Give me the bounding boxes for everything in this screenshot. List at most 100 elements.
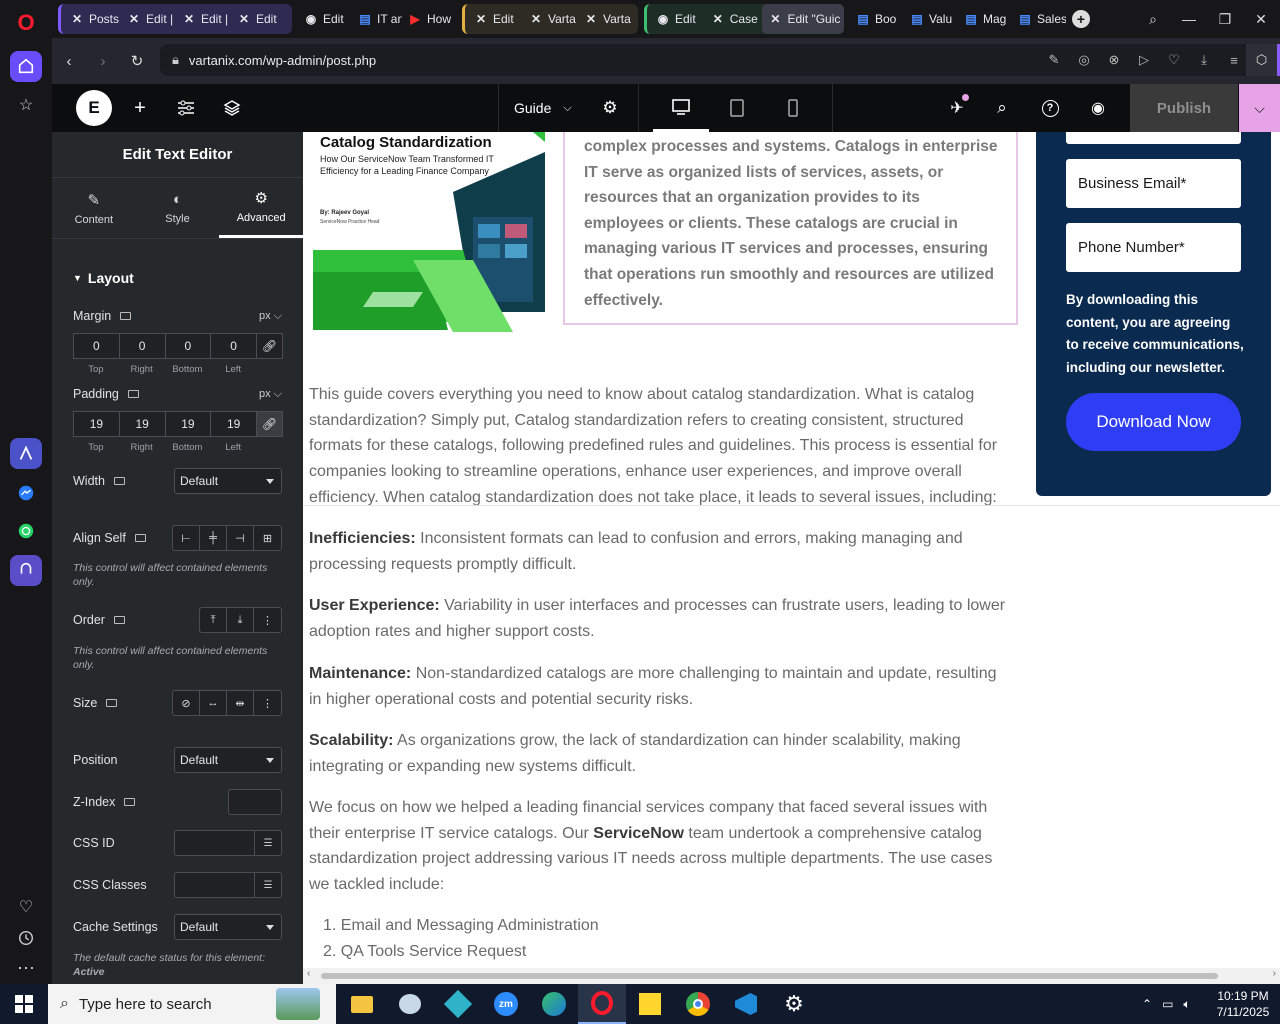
heart-icon[interactable]: ♡ <box>10 892 42 923</box>
order-last-icon[interactable]: ⤓ <box>227 608 254 632</box>
music-player-icon[interactable] <box>10 554 42 586</box>
position-select[interactable]: Default <box>174 747 282 773</box>
zoom-icon[interactable]: zm <box>482 984 530 1024</box>
elementor-logo-icon[interactable]: E <box>76 84 112 132</box>
page-settings-gear-icon[interactable]: ⚙ <box>600 84 620 132</box>
help-icon[interactable]: ? <box>1038 84 1062 132</box>
structure-layers-icon[interactable] <box>220 84 244 132</box>
dynamic-tags-icon[interactable]: ☰ <box>254 873 281 897</box>
tray-chevron-up-icon[interactable]: ⌃ <box>1142 997 1152 1011</box>
minimize-icon[interactable]: — <box>1172 0 1206 38</box>
maximize-icon[interactable]: ❐ <box>1208 0 1242 38</box>
padding-unit-select[interactable]: px ⌵ <box>259 388 282 401</box>
tab[interactable]: ▤ IT an <box>352 4 402 34</box>
send-icon[interactable]: ▷ <box>1136 52 1152 68</box>
tab[interactable]: ✕ Varta <box>578 4 633 34</box>
boxed-text-widget[interactable]: complex processes and systems. Catalogs … <box>563 132 1018 325</box>
vscode-icon[interactable] <box>722 984 770 1024</box>
size-none-icon[interactable]: ⊘ <box>173 691 200 715</box>
download-icon[interactable]: ⤓ <box>1196 52 1212 68</box>
edge-icon[interactable] <box>530 984 578 1024</box>
desktop-icon[interactable] <box>113 616 125 624</box>
reload-icon[interactable]: ↻ <box>120 38 154 84</box>
taskbar-search-box[interactable]: ⌕ Type here to search <box>48 984 336 1024</box>
css-classes-input[interactable]: ☰ <box>174 872 282 898</box>
adblock-icon[interactable]: ⊗ <box>1106 52 1122 68</box>
heart-icon[interactable]: ♡ <box>1166 52 1182 68</box>
css-id-input[interactable]: ☰ <box>174 830 282 856</box>
horizontal-scrollbar[interactable]: ‹ › <box>303 968 1280 984</box>
margin-right-input[interactable]: 0 <box>118 333 165 359</box>
tablet-view-icon[interactable] <box>709 84 765 132</box>
aria-icon[interactable] <box>10 438 42 470</box>
tab-active[interactable]: ✕ Edit "Guic <box>762 4 844 34</box>
history-clock-icon[interactable] <box>10 922 42 953</box>
url-field[interactable]: 🔒︎ vartanix.com/wp-admin/post.php ✎ ◎ ⊗ … <box>160 44 1280 76</box>
layout-section-toggle[interactable]: ▼ Layout <box>73 270 282 286</box>
paint-icon[interactable] <box>386 984 434 1024</box>
dynamic-tags-icon[interactable]: ☰ <box>254 831 281 855</box>
chrome-icon[interactable] <box>674 984 722 1024</box>
desktop-icon[interactable] <box>127 390 139 398</box>
mobile-view-icon[interactable] <box>765 84 821 132</box>
windows-start-icon[interactable] <box>0 984 48 1024</box>
opera-logo-icon[interactable]: O <box>10 8 42 39</box>
settings-gear-icon[interactable]: ⚙ <box>770 984 818 1024</box>
align-stretch-icon[interactable]: ⊞ <box>254 526 281 550</box>
link-values-icon[interactable]: 🔗︎ <box>256 333 283 359</box>
whatsapp-icon[interactable] <box>10 516 42 547</box>
margin-bottom-input[interactable]: 0 <box>164 333 211 359</box>
tab-advanced[interactable]: ⚙ Advanced <box>219 178 303 238</box>
size-grow-icon[interactable]: ↔ <box>200 691 227 715</box>
edit-icon[interactable]: ✎ <box>1046 52 1062 68</box>
tab[interactable]: ✕ Edit <box>231 4 286 34</box>
width-select[interactable]: Default <box>174 468 282 494</box>
sticky-notes-icon[interactable] <box>626 984 674 1024</box>
name-field[interactable] <box>1066 132 1241 144</box>
template-select[interactable]: Guide ⌵ <box>514 84 580 132</box>
padding-right-input[interactable]: 19 <box>118 411 165 437</box>
tab[interactable]: ▤ Valu <box>904 4 958 34</box>
file-explorer-icon[interactable] <box>338 984 386 1024</box>
new-tab-plus-icon[interactable]: + <box>1072 10 1090 28</box>
align-end-icon[interactable]: ⊣ <box>227 526 254 550</box>
tab[interactable]: ✕ Edit | <box>176 4 231 34</box>
tab[interactable]: ◉ Edit <box>298 4 352 34</box>
padding-bottom-input[interactable]: 19 <box>164 411 211 437</box>
whats-new-megaphone-icon[interactable]: ✈ <box>945 84 969 132</box>
desktop-icon[interactable] <box>124 798 136 806</box>
app-icon[interactable] <box>434 984 482 1024</box>
back-icon[interactable]: ‹ <box>52 38 86 84</box>
publish-options-chevron-icon[interactable]: ⌵ <box>1239 84 1280 132</box>
align-start-icon[interactable]: ⊢ <box>173 526 200 550</box>
preview-eye-icon[interactable]: ◉ <box>1086 84 1110 132</box>
opera-icon[interactable] <box>578 984 626 1024</box>
margin-top-input[interactable]: 0 <box>73 333 119 359</box>
scroll-left-icon[interactable]: ‹ <box>307 968 310 979</box>
add-element-icon[interactable]: + <box>128 84 152 132</box>
tab[interactable]: ▤ Sales <box>1012 4 1066 34</box>
camera-icon[interactable]: ◎ <box>1076 52 1092 68</box>
zindex-input[interactable] <box>228 789 282 815</box>
desktop-icon[interactable] <box>113 477 125 485</box>
network-icon[interactable]: ▭ <box>1162 997 1173 1011</box>
link-values-icon[interactable]: 🔗︎ <box>256 411 283 437</box>
extensions-box-icon[interactable]: ⬡ <box>1246 44 1280 76</box>
margin-unit-select[interactable]: px ⌵ <box>259 310 282 323</box>
margin-left-input[interactable]: 0 <box>210 333 256 359</box>
padding-left-input[interactable]: 19 <box>210 411 256 437</box>
tab[interactable]: ▶ How <box>402 4 456 34</box>
tab[interactable]: ✕ Case <box>705 4 763 34</box>
scrollbar-thumb[interactable] <box>321 973 1218 979</box>
tab[interactable]: ✕ Edit <box>468 4 523 34</box>
tab[interactable]: ✕ Varta <box>523 4 578 34</box>
size-custom-icon[interactable]: ⋮ <box>254 691 281 715</box>
more-dots-icon[interactable]: ⋯ <box>10 953 42 984</box>
site-settings-icon[interactable] <box>174 84 198 132</box>
search-icon[interactable]: ⌕ <box>990 84 1014 132</box>
align-center-icon[interactable]: ╪ <box>200 526 227 550</box>
desktop-icon[interactable] <box>106 699 118 707</box>
tab[interactable]: ▤ Mag <box>958 4 1012 34</box>
tab[interactable]: ▤ Boo <box>850 4 904 34</box>
order-first-icon[interactable]: ⤒ <box>200 608 227 632</box>
